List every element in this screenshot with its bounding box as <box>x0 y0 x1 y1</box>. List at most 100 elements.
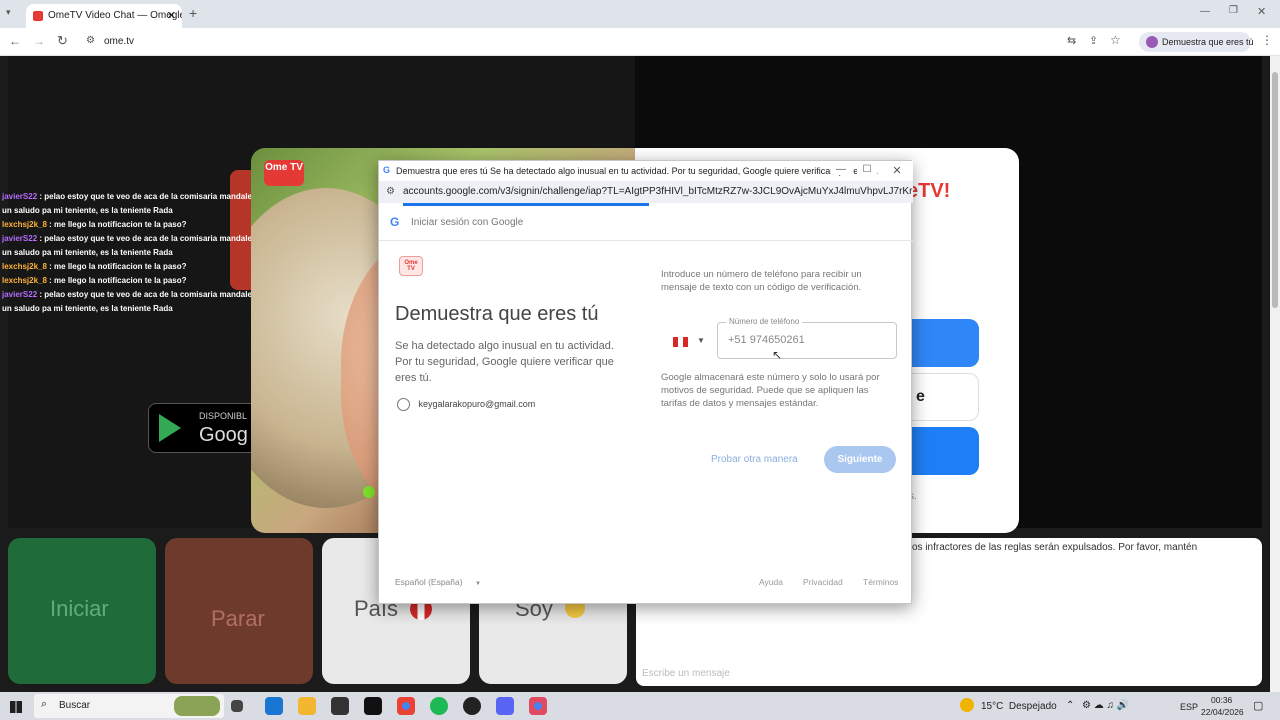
app-icon: Ome TV <box>399 256 423 276</box>
close-window-icon[interactable]: ✕ <box>1257 5 1266 18</box>
play-icon <box>159 414 181 442</box>
tab-ometv[interactable]: OmeTV Video Chat — Omegle ✕ <box>26 4 182 28</box>
mouse-cursor-icon: ↖ <box>772 348 783 362</box>
stop-label: Parar <box>211 606 265 631</box>
google-logo-icon: G <box>390 215 400 229</box>
discord-icon[interactable] <box>496 697 514 715</box>
google-signin-popup: G Demuestra que eres tú Se ha detectado … <box>378 160 913 604</box>
account-chip[interactable]: keygalarakopuro@gmail.com <box>397 398 535 411</box>
account-icon <box>397 398 410 411</box>
next-button[interactable]: Siguiente <box>824 446 896 473</box>
chat-message: javierS22 : pelao estoy que te veo de ac… <box>2 190 252 218</box>
rules-text: os infractores de las reglas serán expul… <box>912 542 1198 553</box>
taskbar-search[interactable]: ⌕ Buscar <box>34 694 224 718</box>
address-bar[interactable]: ome.tv <box>104 36 134 47</box>
store-small-text: DISPONIBL <box>199 411 248 421</box>
minimize-icon[interactable]: — <box>1200 6 1210 17</box>
clock-time[interactable]: 00:36 <box>1211 695 1232 705</box>
search-highlight-icon <box>174 696 220 716</box>
site-info-icon[interactable]: ⚙ <box>86 35 95 46</box>
popup-minimize-icon[interactable]: — <box>831 164 851 175</box>
account-email: keygalarakopuro@gmail.com <box>418 398 536 409</box>
chat-text: : me llego la notificacion te la paso? <box>46 262 187 271</box>
task-view-icon[interactable] <box>231 700 243 712</box>
google-play-badge[interactable]: DISPONIBL Goog <box>148 403 258 453</box>
chat-input[interactable]: Escribe un mensaje <box>642 668 730 679</box>
panel-button-white[interactable]: e <box>905 373 979 421</box>
outlook-icon[interactable] <box>265 697 283 715</box>
chat-username[interactable]: javierS22 <box>2 290 37 299</box>
privacy-link[interactable]: Privacidad <box>803 577 843 587</box>
chrome-icon[interactable] <box>397 697 415 715</box>
notification-icon[interactable]: ▢ <box>1253 699 1263 712</box>
url-settings-icon: ⚙ <box>386 186 395 197</box>
start-card[interactable]: Iniciar <box>8 538 156 684</box>
google-header: G Iniciar sesión con Google <box>379 203 913 241</box>
chat-text: : pelao estoy que te veo de aca de la co… <box>2 192 252 215</box>
file-explorer-icon[interactable] <box>298 697 316 715</box>
panel-title: eTV! <box>907 180 951 202</box>
chat-username[interactable]: lexchsj2k_8 <box>2 220 47 229</box>
translate-icon[interactable]: ⇆ <box>1067 34 1076 47</box>
reload-icon[interactable]: ↻ <box>57 33 68 49</box>
google-header-label: Iniciar sesión con Google <box>411 217 524 228</box>
storage-note: Google almacenará este número y solo lo … <box>661 372 880 409</box>
popup-title: Demuestra que eres tú Se ha detectado al… <box>396 166 879 176</box>
chat-message: lexchsj2k_8 : me llego la notificacion t… <box>2 218 252 232</box>
popup-url-bar: ⚙ accounts.google.com/v3/signin/challeng… <box>379 181 913 203</box>
popup-url[interactable]: accounts.google.com/v3/signin/challenge/… <box>403 186 913 197</box>
extension-icon <box>1146 36 1158 48</box>
clock-date[interactable]: 22/04/2026 <box>1201 707 1244 717</box>
chat-username[interactable]: lexchsj2k_8 <box>2 262 47 271</box>
ometv-logo: Ome TV <box>264 160 304 186</box>
chat-message: lexchsj2k_8 : me llego la notificacion t… <box>2 260 252 274</box>
chat-username[interactable]: lexchsj2k_8 <box>2 276 47 285</box>
tab-title: OmeTV Video Chat — Omegle <box>48 10 182 21</box>
maximize-icon[interactable]: ❐ <box>1229 5 1238 16</box>
popup-maximize-icon[interactable]: ☐ <box>857 164 877 175</box>
tray-chevron-icon[interactable]: ⌃ <box>1066 700 1074 711</box>
close-tab-icon[interactable]: ✕ <box>167 9 176 22</box>
menu-icon[interactable]: ⋮ <box>1261 33 1273 47</box>
peru-flag-icon <box>673 337 688 347</box>
panel-button-blue-2[interactable] <box>905 427 979 475</box>
chat-text: : me llego la notificacion te la paso? <box>46 220 187 229</box>
phone-label: Número de teléfono <box>726 317 803 326</box>
lang-indicator[interactable]: ESP <box>1180 702 1198 712</box>
browser-toolbar: ← → ↻ ⚙ ⇆ ⇪ ☆ ⋮ <box>0 28 1280 56</box>
chrome-active-icon[interactable] <box>529 697 547 715</box>
country-select[interactable]: ▼ <box>671 333 711 353</box>
panel-button-blue-1[interactable] <box>905 319 979 367</box>
extension-pill-label: Demuestra que eres tú <box>1162 37 1254 47</box>
extension-pill[interactable]: Demuestra que eres tú <box>1139 32 1254 52</box>
language-select[interactable]: Español (España) ▼ <box>395 577 481 587</box>
stop-card[interactable]: Parar <box>165 538 313 684</box>
forward-icon[interactable]: → <box>33 34 45 48</box>
phone-field[interactable]: Número de teléfono +51 974650261 <box>717 317 897 359</box>
bookmark-star-icon[interactable]: ☆ <box>1110 33 1121 47</box>
language-label: Español (España) <box>395 577 463 587</box>
chat-text: : pelao estoy que te veo de aca de la co… <box>2 290 252 313</box>
chat-username[interactable]: javierS22 <box>2 192 37 201</box>
tiktok-icon[interactable] <box>364 697 382 715</box>
install-icon[interactable]: ⇪ <box>1089 34 1098 47</box>
dropdown-caret-icon: ▼ <box>697 336 705 345</box>
weather-text[interactable]: 15°C Despejado <box>981 701 1057 712</box>
tab-search-icon[interactable]: ▾ <box>6 7 11 18</box>
tray-app-icons[interactable]: ⚙ ☁ ♫ 🔊 <box>1082 700 1129 711</box>
start-icon[interactable] <box>10 701 22 713</box>
try-another-link[interactable]: Probar otra manera <box>711 454 798 465</box>
chat-message: javierS22 : pelao estoy que te veo de ac… <box>2 288 252 316</box>
popup-close-icon[interactable]: ✕ <box>887 164 907 177</box>
help-link[interactable]: Ayuda <box>759 577 783 587</box>
chat-username[interactable]: javierS22 <box>2 234 37 243</box>
spotify-icon[interactable] <box>430 697 448 715</box>
terms-link[interactable]: Términos <box>863 577 898 587</box>
start-label: Iniciar <box>50 596 109 621</box>
new-tab-icon[interactable]: + <box>189 5 197 21</box>
back-icon[interactable]: ← <box>9 34 21 48</box>
store-icon[interactable] <box>331 697 349 715</box>
scrollbar-thumb[interactable] <box>1272 72 1278 308</box>
obs-icon[interactable] <box>463 697 481 715</box>
dialog-subtitle: Se ha detectado algo inusual en tu activ… <box>395 340 614 384</box>
